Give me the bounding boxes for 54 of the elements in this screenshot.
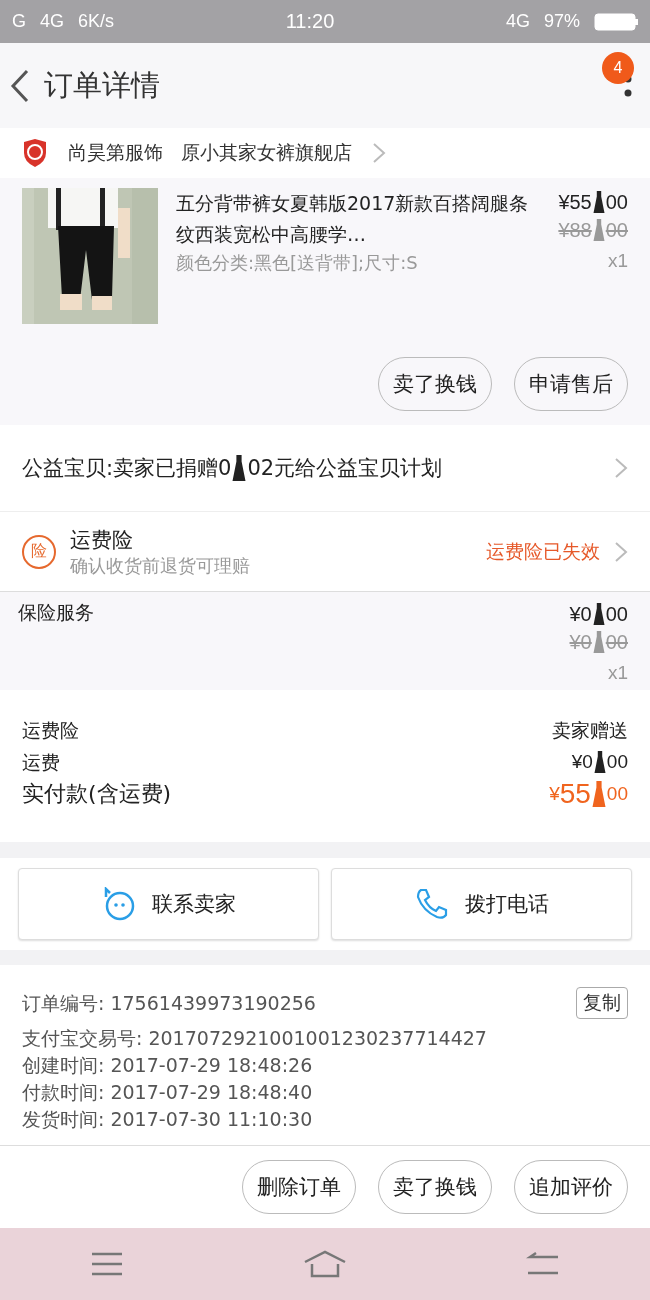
service-label: 保险服务 bbox=[18, 600, 94, 625]
store-name[interactable]: 原小其家女裤旗舰店 bbox=[181, 140, 352, 166]
back-icon[interactable] bbox=[526, 1251, 561, 1277]
phone-icon bbox=[414, 887, 449, 921]
product-price: ¥55 00 bbox=[558, 190, 628, 215]
summary-label: 实付款(含运费) bbox=[22, 780, 172, 808]
order-info-line: 订单编号: 17561439973190256 bbox=[22, 990, 316, 1016]
chevron-icon bbox=[614, 540, 628, 563]
status-text: 4G bbox=[40, 11, 65, 32]
insurance-status[interactable]: 运费险已失效 bbox=[486, 538, 600, 565]
service-price: ¥0 00 bbox=[569, 602, 628, 627]
status-text: 6K/s bbox=[78, 11, 115, 32]
order-info-line: 付款时间: 2017-07-29 18:48:40 bbox=[22, 1080, 314, 1105]
battery-percent: 97% bbox=[543, 11, 580, 32]
status-text: G bbox=[12, 11, 26, 32]
quantity: x1 bbox=[607, 250, 628, 272]
order-info-line: 创建时间: 2017-07-29 18:48:26 bbox=[22, 1053, 314, 1078]
chevron-icon bbox=[372, 142, 386, 164]
chevron-icon bbox=[614, 457, 628, 479]
notification-badge: 4 bbox=[602, 52, 634, 84]
contact-button[interactable]: 拨打电话 bbox=[331, 868, 632, 940]
order-info-line: 支付宝交易号: 2017072921001001230237714427 bbox=[22, 1026, 488, 1051]
summary-value: ¥0 00 bbox=[571, 750, 628, 775]
dress-icon bbox=[592, 631, 605, 653]
clock: 11:20 bbox=[285, 10, 335, 33]
shop-name[interactable]: 尚昊第服饰 bbox=[68, 140, 163, 166]
insurance-description: 确认收货前退货可理赔 bbox=[70, 553, 251, 578]
back-icon[interactable] bbox=[10, 68, 30, 103]
dress-icon bbox=[592, 603, 605, 625]
dress-icon bbox=[591, 781, 606, 807]
network-label: 4G bbox=[505, 11, 530, 32]
quantity: x1 bbox=[607, 662, 628, 684]
menu-icon[interactable] bbox=[89, 1251, 124, 1277]
dress-icon bbox=[592, 219, 605, 241]
original-price: ¥0 00 bbox=[569, 630, 628, 655]
insurance-badge: 险 bbox=[22, 534, 56, 569]
insurance-title: 运费险 bbox=[70, 526, 134, 554]
product-variant: 颜色分类:黑色[送背带];尺寸:S bbox=[176, 251, 419, 275]
summary-label: 运费险 bbox=[22, 718, 79, 743]
product-title[interactable]: 五分背带裤女夏韩版2017新款百搭阔腿条纹西装宽松中高腰学… bbox=[176, 188, 541, 250]
summary-label: 运费 bbox=[22, 750, 60, 775]
contact-button[interactable]: 联系卖家 bbox=[18, 868, 319, 940]
dress-icon bbox=[232, 455, 247, 481]
copy-button[interactable]: 复制 bbox=[576, 987, 628, 1019]
shield-icon bbox=[22, 139, 48, 167]
order-info-line: 发货时间: 2017-07-30 11:10:30 bbox=[22, 1107, 314, 1132]
total-price: ¥55 00 bbox=[549, 778, 628, 810]
home-icon[interactable] bbox=[303, 1250, 347, 1278]
page-title: 订单详情 bbox=[44, 66, 160, 104]
summary-value: 卖家赠送 bbox=[552, 718, 628, 743]
original-price: ¥88 00 bbox=[558, 218, 628, 243]
dress-icon bbox=[592, 191, 605, 213]
dress-icon bbox=[593, 751, 606, 773]
battery-icon bbox=[594, 11, 638, 32]
